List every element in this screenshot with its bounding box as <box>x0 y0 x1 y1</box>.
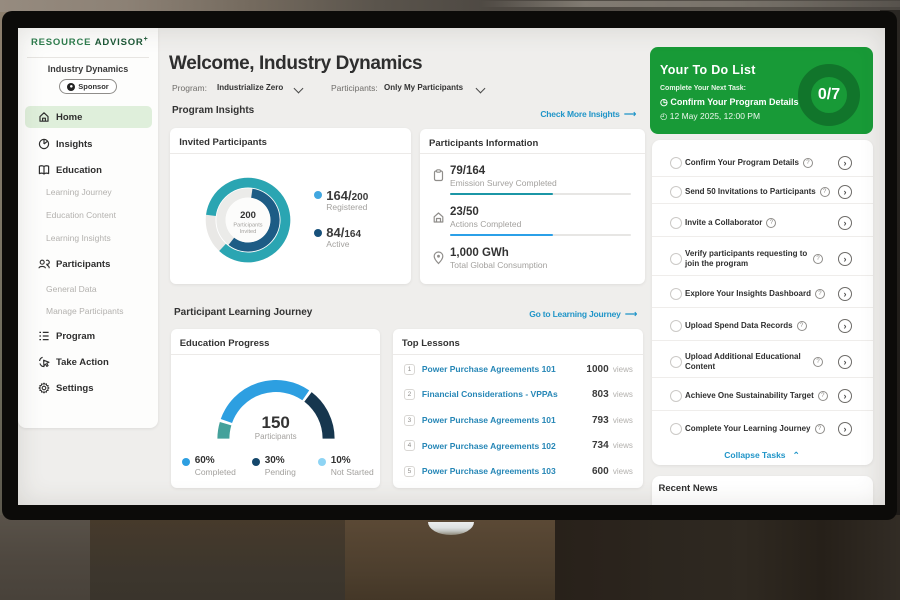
svg-text:Invited: Invited <box>240 229 256 235</box>
svg-text:200: 200 <box>240 210 256 221</box>
svg-text:Participants: Participants <box>233 223 262 229</box>
